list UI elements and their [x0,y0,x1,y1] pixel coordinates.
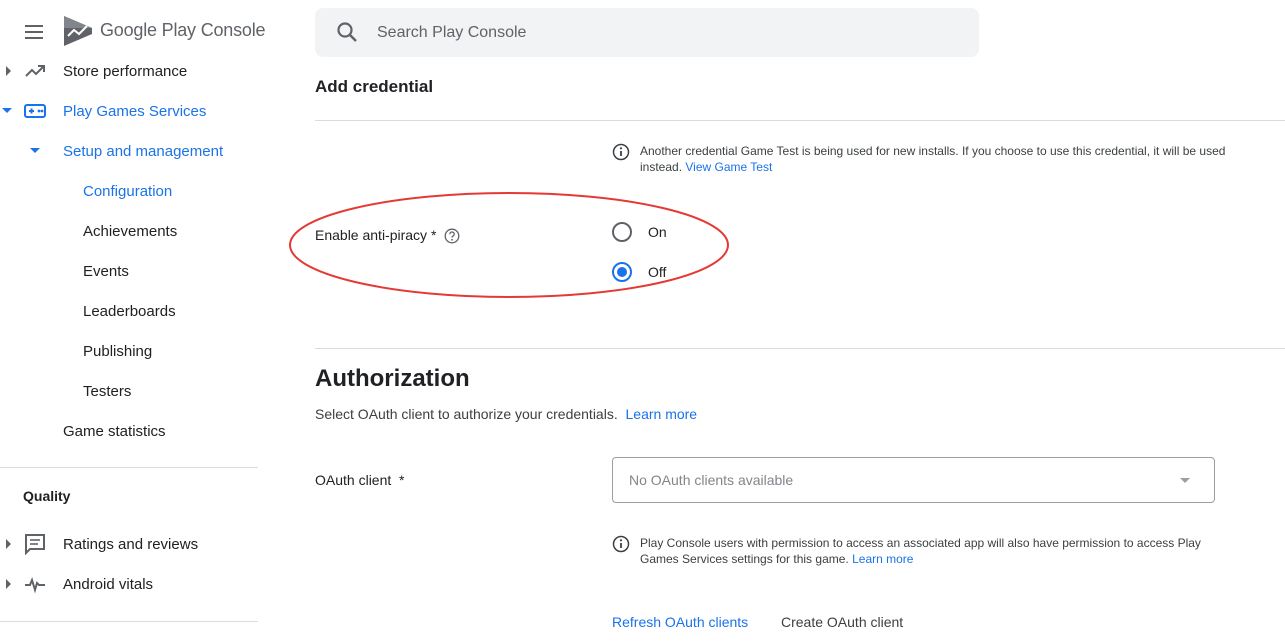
sidebar-item-label: Play Games Services [63,102,207,120]
sidebar-item-label: Configuration [83,182,173,200]
search-input[interactable] [377,8,967,57]
section-title-add-credential: Add credential [315,77,434,96]
sidebar-item-achievements[interactable]: Achievements [83,211,177,251]
play-console-logo-icon [64,16,92,46]
sidebar-item-publishing[interactable]: Publishing [83,331,152,371]
subtitle-text: Select OAuth client to authorize your cr… [315,406,618,422]
gamepad-icon [24,104,46,118]
info-message: Play Console users with permission to ac… [640,536,1201,566]
sidebar-item-label: Leaderboards [83,302,176,320]
expand-caret-icon[interactable] [6,66,11,76]
menu-icon[interactable] [22,20,46,44]
sidebar-item-label: Setup and management [63,142,224,160]
oauth-client-value: No OAuth clients available [629,472,794,488]
sidebar-item-play-games-services[interactable]: Play Games Services [63,91,206,131]
expand-caret-icon[interactable] [6,539,11,549]
sidebar-item-store-performance[interactable]: Store performance [63,51,187,91]
reviews-icon [25,534,45,555]
sidebar-item-ratings-and-reviews[interactable]: Ratings and reviews [63,524,198,564]
view-game-test-link[interactable]: View Game Test [685,160,772,174]
create-oauth-client-button[interactable]: Create OAuth client [781,614,903,630]
sidebar-item-label: Store performance [63,62,188,80]
sidebar-item-android-vitals[interactable]: Android vitals [63,564,153,604]
section-label: Quality [23,488,71,504]
trending-up-icon [25,65,45,77]
section-title-authorization: Authorization [315,365,470,392]
sidebar-item-testers[interactable]: Testers [83,371,131,411]
expand-caret-icon[interactable] [6,579,11,589]
sidebar-item-game-statistics[interactable]: Game statistics [63,411,166,451]
sidebar-item-label: Testers [83,382,132,400]
learn-more-link[interactable]: Learn more [852,552,913,566]
sidebar-item-label: Publishing [83,342,153,360]
info-icon [612,143,630,161]
sidebar-item-events[interactable]: Events [83,251,129,291]
sidebar-item-setup-and-management[interactable]: Setup and management [63,131,223,171]
section-divider [315,348,1285,349]
sidebar-item-label: Game statistics [63,422,166,440]
learn-more-link[interactable]: Learn more [626,406,698,422]
sidebar: Google Play Console Store performance Pl… [0,0,266,641]
sidebar-item-label: Android vitals [63,575,154,593]
sidebar-item-label: Events [83,262,129,280]
collapse-caret-icon[interactable] [2,108,12,113]
sidebar-item-leaderboards[interactable]: Leaderboards [83,291,176,331]
sidebar-item-label: Ratings and reviews [63,535,199,553]
credential-info-text: Another credential Game Test is being us… [640,143,1230,175]
vitals-icon [25,576,45,594]
annotation-ellipse [289,192,729,298]
search-icon[interactable] [336,21,358,43]
section-divider [315,120,1285,121]
oauth-info-text: Play Console users with permission to ac… [640,535,1230,567]
authorization-subtitle: Select OAuth client to authorize your cr… [315,406,697,422]
oauth-client-label: OAuth client * [315,472,405,488]
collapse-caret-icon[interactable] [30,148,40,153]
sidebar-item-configuration[interactable]: Configuration [83,171,172,211]
app-title: Google Play Console [100,20,266,41]
logo-console-text: Console [200,20,266,40]
info-icon [612,535,630,553]
sidebar-divider [0,467,258,468]
refresh-oauth-clients-button[interactable]: Refresh OAuth clients [612,614,748,630]
sidebar-section-quality: Quality [23,476,70,516]
logo-google-text: Google Play [100,20,196,40]
chevron-down-icon [1180,478,1190,483]
sidebar-item-label: Achievements [83,222,178,240]
sidebar-divider [0,621,258,622]
